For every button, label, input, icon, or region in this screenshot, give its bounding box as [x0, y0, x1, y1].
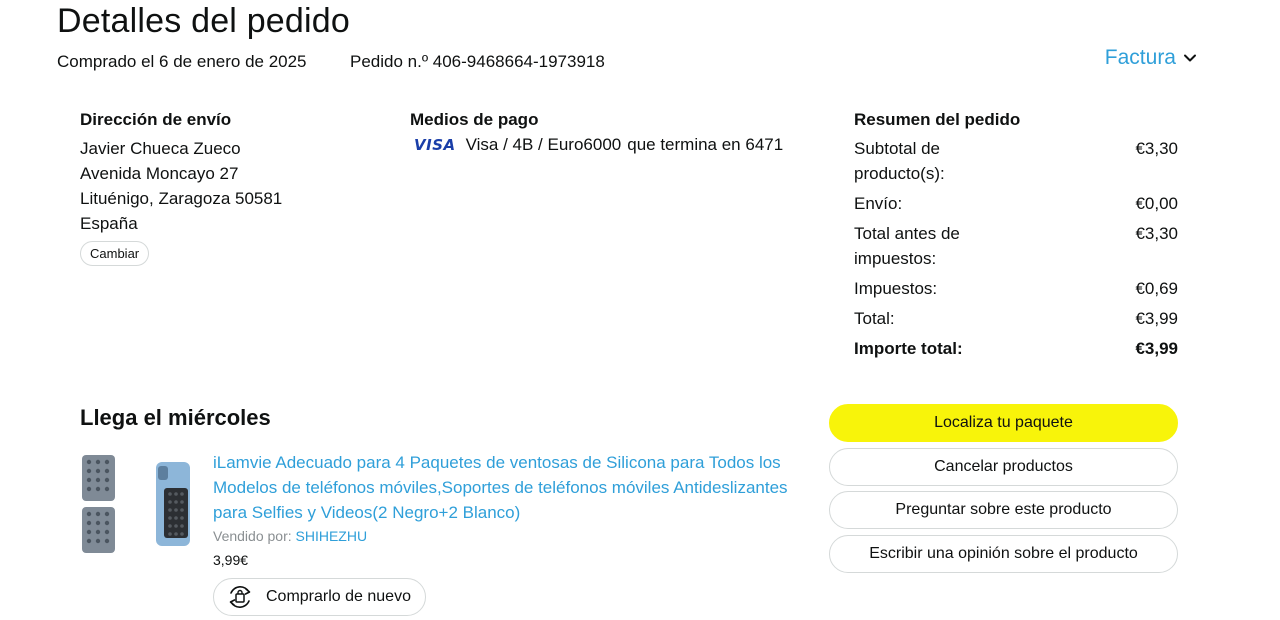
shipping-street: Avenida Moncayo 27 [80, 164, 239, 183]
summary-value: €3,30 [1135, 139, 1178, 158]
grand-total-label: Importe total: [854, 339, 963, 358]
card-name: Visa / 4B / Euro6000 [465, 135, 622, 154]
summary-value: €3,30 [1135, 224, 1178, 243]
summary-row-shipping: Envío: €0,00 [854, 191, 1178, 216]
shipping-country: España [80, 214, 138, 233]
page-title: Detalles del pedido [57, 2, 350, 40]
summary-row-tax: Impuestos: €0,69 [854, 276, 1178, 301]
buy-again-button[interactable]: Comprarlo de nuevo [213, 578, 426, 616]
payment-title: Medios de pago [410, 110, 539, 129]
summary-row-pretax: Total antes de impuestos: €3,30 [854, 221, 1178, 271]
summary-value: €3,99 [1135, 309, 1178, 328]
cancel-items-button[interactable]: Cancelar productos [829, 447, 1178, 486]
grand-total-value: €3,99 [1135, 339, 1178, 358]
sold-by: Vendido por: SHIHEZHU [213, 528, 367, 544]
sold-by-label: Vendido por: [213, 528, 292, 544]
shipping-address: Dirección de envío Javier Chueca Zueco A… [80, 110, 380, 266]
item-actions: Localiza tu paquete Cancelar productos P… [829, 404, 1178, 578]
track-package-button[interactable]: Localiza tu paquete [829, 404, 1178, 442]
invoice-dropdown[interactable]: Factura [1105, 46, 1198, 70]
change-address-button[interactable]: Cambiar [80, 241, 150, 266]
product-image[interactable] [80, 452, 198, 556]
purchase-date: Comprado el 6 de enero de 2025 [57, 52, 307, 71]
product-title-link[interactable]: iLamvie Adecuado para 4 Paquetes de vent… [213, 450, 813, 525]
payment-method: Medios de pago VISA Visa / 4B / Euro6000… [410, 110, 830, 155]
order-summary: Resumen del pedido Subtotal de producto(… [854, 110, 1178, 366]
buy-again-label: Comprarlo de nuevo [266, 588, 411, 605]
shipping-city: Lituénigo, Zaragoza 50581 [80, 189, 283, 208]
write-review-button[interactable]: Escribir una opinión sobre el producto [829, 534, 1178, 573]
arrival-heading: Llega el miércoles [80, 405, 271, 430]
summary-label: Envío: [854, 194, 903, 213]
invoice-label: Factura [1104, 46, 1176, 69]
summary-row-subtotal: Subtotal de producto(s): €3,30 [854, 136, 1178, 186]
summary-value: €0,69 [1135, 279, 1178, 298]
ask-product-question-button[interactable]: Preguntar sobre este producto [829, 491, 1178, 529]
product-price: 3,99€ [213, 552, 249, 568]
visa-logo-icon: VISA [414, 136, 456, 154]
card-ending: que termina en 6471 [627, 135, 784, 154]
shipping-name: Javier Chueca Zueco [80, 139, 241, 158]
chevron-down-icon [1184, 54, 1196, 62]
shipping-title: Dirección de envío [80, 110, 232, 129]
summary-row-total: Total: €3,99 [854, 306, 1178, 331]
summary-value: €0,00 [1135, 194, 1178, 213]
summary-label: Impuestos: [854, 279, 938, 298]
summary-title: Resumen del pedido [854, 110, 1021, 129]
reorder-icon [229, 586, 251, 608]
order-number: Pedido n.º 406-9468664-1973918 [350, 52, 605, 71]
seller-link[interactable]: SHIHEZHU [296, 528, 368, 544]
summary-label: Subtotal de producto(s): [854, 139, 945, 183]
summary-label: Total antes de impuestos: [854, 224, 960, 268]
summary-row-grand-total: Importe total: €3,99 [854, 336, 1178, 361]
summary-label: Total: [854, 309, 895, 328]
